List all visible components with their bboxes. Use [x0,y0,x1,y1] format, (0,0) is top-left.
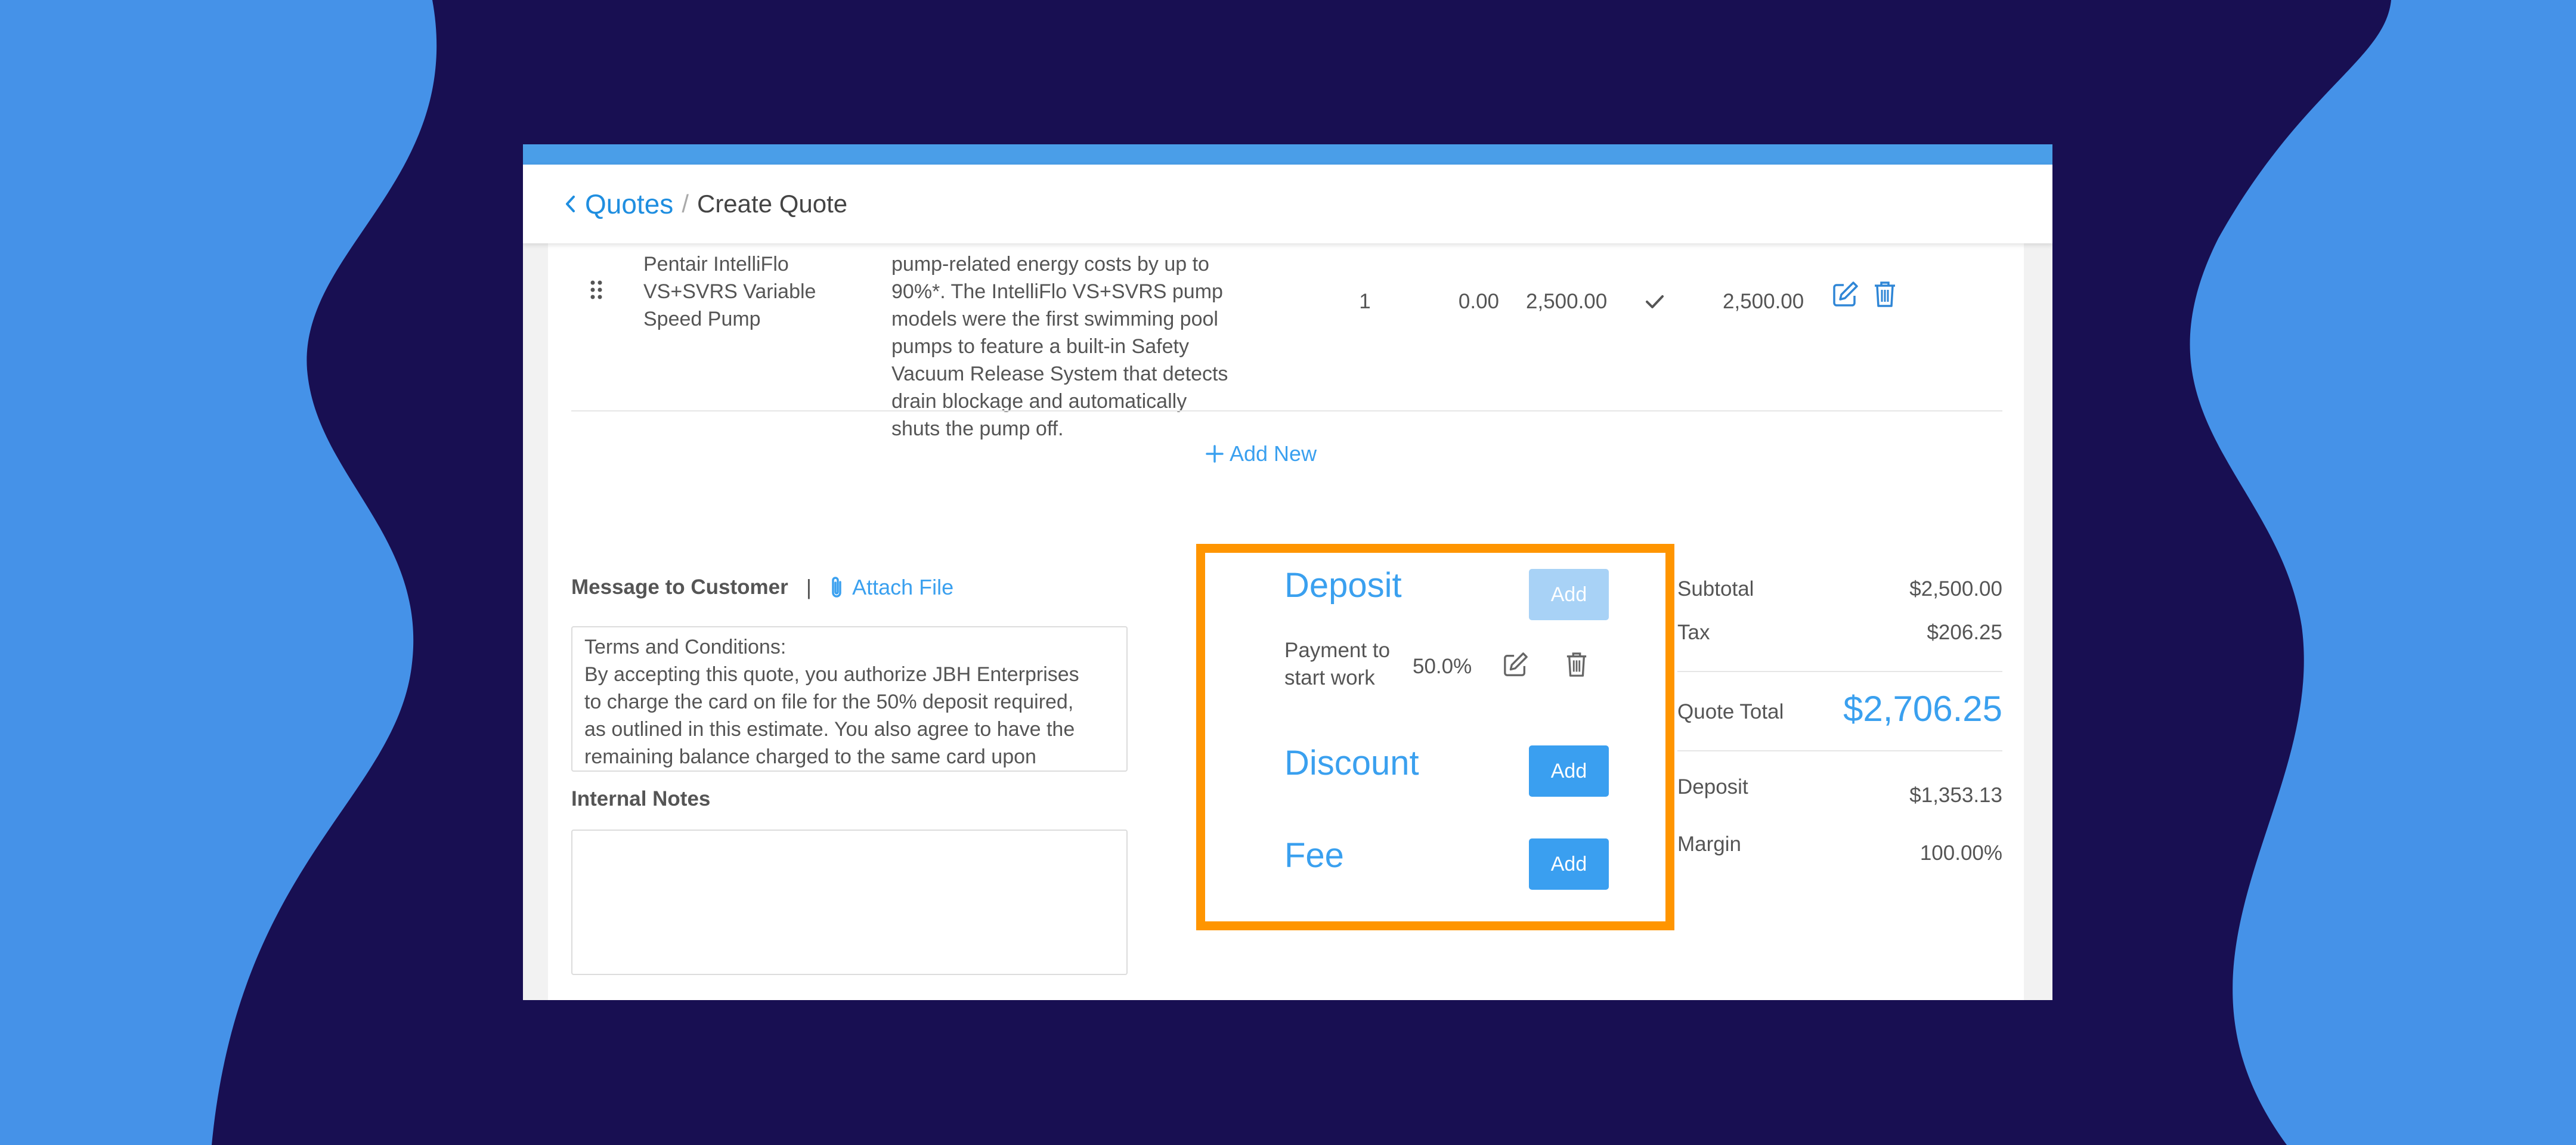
internal-notes-textarea[interactable] [571,830,1128,975]
quote-total-label: Quote Total [1677,700,1784,723]
add-fee-button[interactable]: Add [1529,838,1609,890]
app-window: Quotes / Create Quote Pentair IntelliFlo… [523,144,2052,1000]
message-textarea[interactable]: Terms and Conditions: By accepting this … [571,626,1128,772]
drag-handle-icon[interactable] [589,279,603,303]
line-item-divider [571,410,2002,411]
add-new-label[interactable]: Add New [1230,441,1317,466]
quote-panel: Pentair IntelliFlo VS+SVRS Variable Spee… [548,243,2024,1000]
product-description: pump-related energy costs by up to 90%*.… [891,253,1228,440]
product-name: Pentair IntelliFlo VS+SVRS Variable Spee… [643,253,816,330]
tax-label: Tax [1677,621,1710,644]
deposit-summary-value: $1,353.13 [1909,784,2002,807]
delete-line-item-icon[interactable] [1873,280,1897,311]
margin-label: Margin [1677,833,1741,856]
tax-value: $206.25 [1927,621,2002,644]
line-total-cell: 2,500.00 [1723,290,1804,313]
content-area: Pentair IntelliFlo VS+SVRS Variable Spee… [523,243,2052,1000]
chevron-left-icon [566,196,575,212]
deposit-item-label: Payment to start work [1284,639,1391,689]
deposit-title: Deposit [1284,566,1402,605]
margin-value: 100.00% [1919,841,2002,865]
summary-divider-2 [1677,750,2002,751]
deposit-item-value: 50.0% [1413,655,1472,678]
message-separator: | [806,575,812,599]
add-discount-button[interactable]: Add [1529,745,1609,797]
unit-price-cell: 2,500.00 [1526,290,1608,313]
attach-file-label[interactable]: Attach File [852,575,953,600]
fee-title: Fee [1284,836,1344,875]
message-header: Message to Customer | Attach File [571,575,953,600]
add-new-line-button[interactable]: Add New [1206,441,1317,466]
deposit-summary-label: Deposit [1677,775,1748,799]
add-deposit-button[interactable]: Add [1529,569,1609,620]
edit-line-item-icon[interactable] [1832,280,1859,311]
delete-deposit-icon[interactable] [1565,651,1588,680]
edit-deposit-icon[interactable] [1503,651,1529,680]
discount-cell: 0.00 [1458,290,1499,313]
discount-title: Discount [1284,744,1419,782]
page-title: Create Quote [696,190,848,218]
internal-notes-label: Internal Notes [571,787,711,810]
quantity-cell: 1 [1359,290,1371,313]
subtotal-label: Subtotal [1677,577,1754,601]
summary-divider-1 [1677,671,2002,672]
paperclip-icon [832,577,841,598]
page-header: Quotes / Create Quote [523,165,2052,243]
breadcrumb-quotes[interactable]: Quotes [585,188,673,220]
top-accent-bar [523,144,2052,165]
attach-file-link[interactable]: Attach File [829,575,953,600]
plus-icon [1206,445,1224,463]
subtotal-value: $2,500.00 [1909,577,2002,601]
check-icon [1645,293,1665,313]
message-label: Message to Customer [571,575,788,599]
breadcrumb-separator: / [682,190,689,218]
quote-total-value: $2,706.25 [1843,689,2002,729]
breadcrumb-back-link[interactable]: Quotes [565,188,673,220]
